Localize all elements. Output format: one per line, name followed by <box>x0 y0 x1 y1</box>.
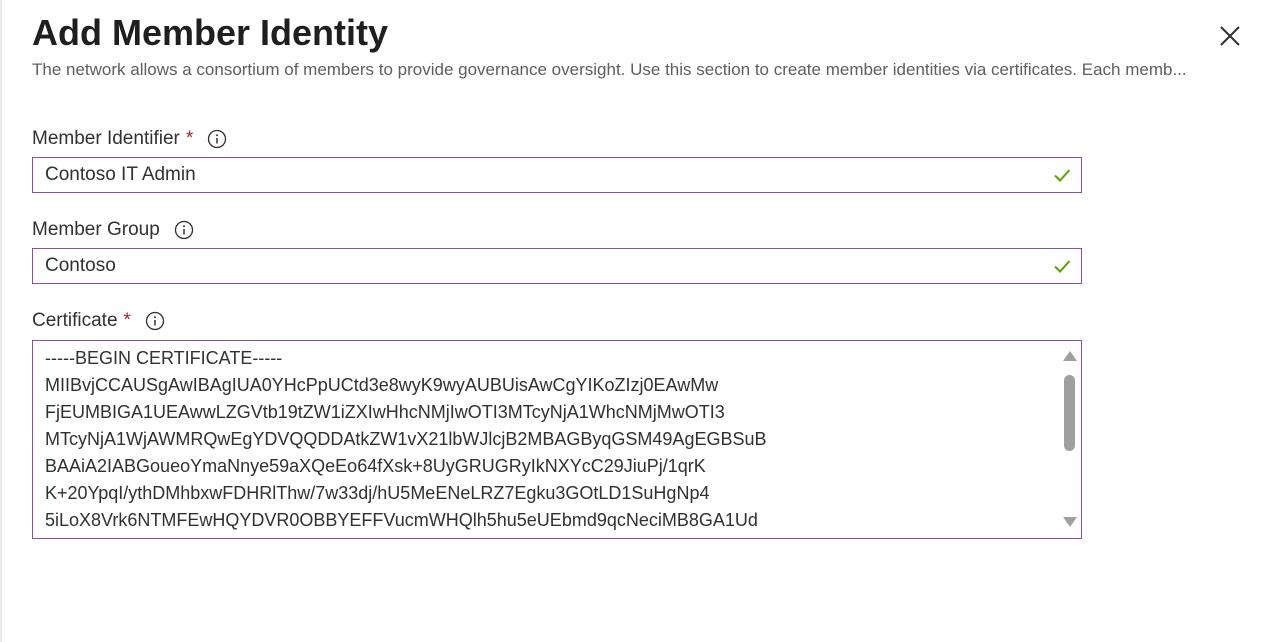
panel-description: The network allows a consortium of membe… <box>32 60 1187 79</box>
member-identifier-label: Member Identifier <box>32 128 180 149</box>
required-asterisk: * <box>123 310 131 331</box>
certificate-line: BAAiA2IABGoueoYmaNnye59aXQeEo64fXsk+8UyG… <box>45 456 706 476</box>
certificate-line: FjEUMBIGA1UEAwwLZGVtb19tZW1iZXIwHhcNMjIw… <box>45 402 725 422</box>
required-asterisk: * <box>185 128 194 149</box>
member-identifier-value: Contoso IT Admin <box>45 164 196 185</box>
certificate-text: -----BEGIN CERTIFICATE----- MIIBvjCCAUSg… <box>45 345 767 534</box>
member-identifier-input[interactable]: Contoso IT Admin <box>32 157 1082 193</box>
check-icon <box>1053 166 1071 184</box>
scroll-up-arrow-icon[interactable] <box>1063 351 1077 361</box>
panel-left-border <box>0 0 2 642</box>
panel-title: Add Member Identity <box>32 12 389 53</box>
textarea-scrollbar[interactable] <box>1059 341 1081 538</box>
certificate-line: MIIBvjCCAUSgAwIBAgIUA0YHcPpUCtd3e8wyK9wy… <box>45 375 719 395</box>
member-group-input[interactable]: Contoso <box>32 248 1082 284</box>
certificate-line: MTcyNjA1WjAWMRQwEgYDVQQDDAtkZW1vX21lbWJl… <box>45 429 767 449</box>
member-group-label-row: Member Group <box>32 217 194 243</box>
check-icon <box>1053 257 1071 275</box>
certificate-label-row: Certificate * <box>32 308 165 334</box>
close-icon[interactable] <box>1214 20 1246 52</box>
info-icon[interactable] <box>207 129 227 149</box>
info-icon[interactable] <box>145 311 165 331</box>
info-icon[interactable] <box>174 220 194 240</box>
certificate-line: -----BEGIN CERTIFICATE----- <box>45 348 283 368</box>
member-group-label: Member Group <box>32 219 160 240</box>
scroll-thumb[interactable] <box>1064 375 1075 451</box>
member-identifier-label-row: Member Identifier * <box>32 126 227 152</box>
certificate-line: 5iLoX8Vrk6NTMFEwHQYDVR0OBBYEFFVucmWHQlh5… <box>45 510 758 530</box>
certificate-line: K+20YpqI/ythDMhbxwFDHRlThw/7w33dj/hU5MeE… <box>45 483 710 503</box>
certificate-label: Certificate <box>32 310 118 331</box>
member-group-value: Contoso <box>45 255 116 276</box>
certificate-textarea[interactable]: -----BEGIN CERTIFICATE----- MIIBvjCCAUSg… <box>32 340 1082 539</box>
scroll-down-arrow-icon[interactable] <box>1063 517 1077 527</box>
